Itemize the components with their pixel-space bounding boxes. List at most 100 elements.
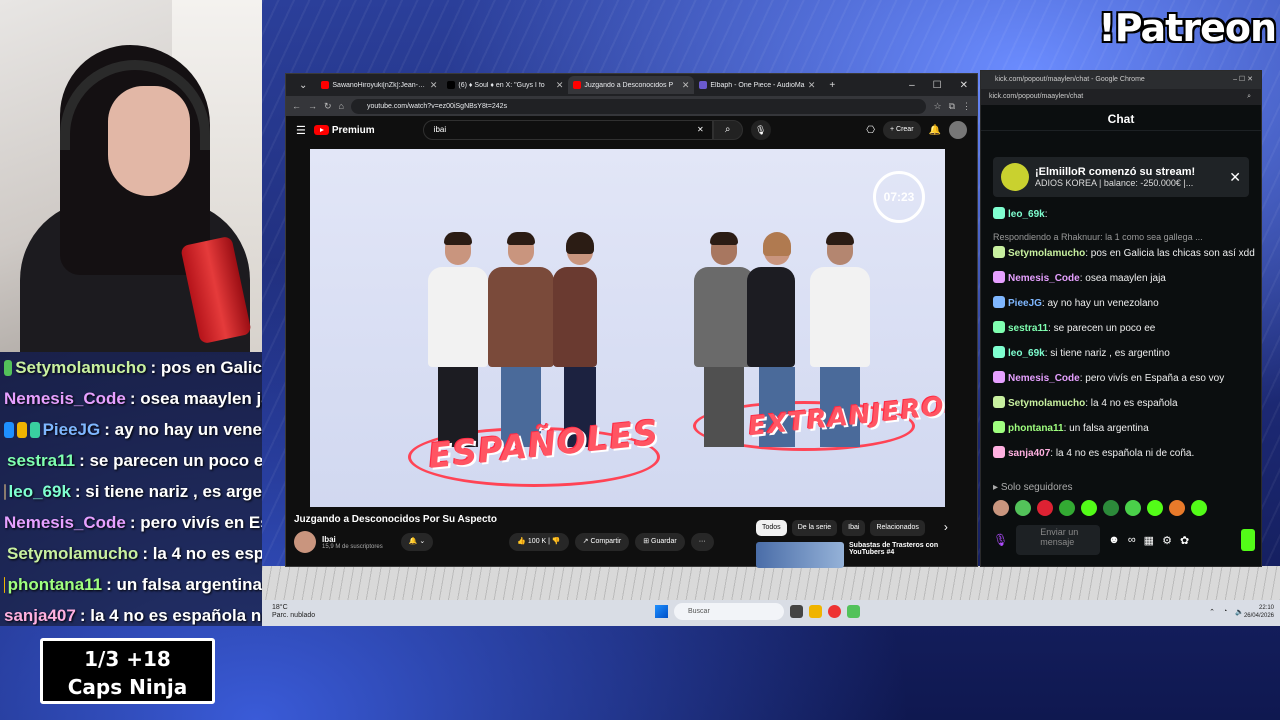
recommended-video[interactable]: Subastas de Trasteros con YouTubers #4 bbox=[756, 542, 938, 568]
back-icon[interactable]: ← bbox=[292, 101, 301, 111]
clock[interactable]: 22:10 26/04/2026 bbox=[1244, 604, 1274, 620]
maximize-icon[interactable]: ☐ bbox=[924, 80, 951, 91]
tab-search-icon[interactable]: ⌄ bbox=[290, 80, 316, 91]
rewards-icon[interactable]: ✿ bbox=[1180, 534, 1189, 547]
send-button[interactable] bbox=[1241, 529, 1255, 551]
like-button[interactable]: 👍 100 K | 👎 bbox=[509, 533, 569, 551]
close-tab-icon[interactable]: ✕ bbox=[682, 80, 690, 91]
browser-tab[interactable]: SawanoHiroyuki[nZk]:Jean-Ken ✕ bbox=[316, 76, 442, 94]
video-timer: 07:23 bbox=[873, 171, 925, 223]
chat-username[interactable]: leo_69k bbox=[1008, 348, 1045, 359]
chat-username[interactable]: sestra11 bbox=[1008, 323, 1048, 334]
file-explorer-icon[interactable] bbox=[809, 605, 822, 618]
menu-dots-icon[interactable]: ⋮ bbox=[962, 101, 971, 112]
kick-app-icon[interactable] bbox=[847, 605, 860, 618]
emote-icon[interactable] bbox=[1191, 500, 1207, 516]
hamburger-icon[interactable]: ☰ bbox=[296, 124, 306, 137]
taskbar-search[interactable]: Buscar bbox=[674, 603, 784, 620]
stream-notification[interactable]: ¡ElmiilloR comenzó su stream! ADIOS KORE… bbox=[993, 157, 1249, 197]
chips-next-icon[interactable]: › bbox=[944, 520, 948, 536]
bookmark-star-icon[interactable]: ☆ bbox=[933, 101, 941, 112]
emote-icon[interactable] bbox=[1103, 500, 1119, 516]
network-icon[interactable]: ◔ bbox=[1223, 608, 1227, 616]
settings-gear-icon[interactable]: ⚙ bbox=[1162, 534, 1172, 547]
emote-icon[interactable] bbox=[993, 500, 1009, 516]
emoji-icon[interactable]: ☻ bbox=[1108, 534, 1120, 546]
chat-message: Nemesis_Code: pero vivís en España a eso… bbox=[993, 371, 1255, 385]
browser-tab[interactable]: Juzgando a Desconocidos P ✕ bbox=[568, 76, 695, 94]
chat-username[interactable]: Setymolamucho bbox=[1008, 398, 1085, 409]
emote-icon[interactable] bbox=[1059, 500, 1075, 516]
video-player[interactable]: 07:23 ESPAÑOLES EXTRANJEROS bbox=[310, 149, 945, 507]
user-badge-icon bbox=[4, 359, 13, 376]
save-button[interactable]: ⊞ Guardar bbox=[635, 533, 685, 551]
chat-username[interactable]: phontana11 bbox=[1008, 423, 1064, 434]
chat-message-input[interactable]: Enviar un mensaje bbox=[1016, 525, 1101, 555]
chat-username[interactable]: Setymolamucho bbox=[1008, 248, 1085, 259]
close-window-icon[interactable]: ✕ bbox=[951, 80, 977, 91]
filter-chip[interactable]: Todos bbox=[756, 520, 787, 536]
emote-icon[interactable] bbox=[1169, 500, 1185, 516]
filter-chip[interactable]: Relacionados bbox=[870, 520, 925, 536]
emote-icon[interactable] bbox=[1037, 500, 1053, 516]
chat-zoom-icon[interactable]: ⌕ bbox=[1247, 89, 1251, 105]
emote-icon[interactable] bbox=[1015, 500, 1031, 516]
filter-chip[interactable]: De la serie bbox=[791, 520, 838, 536]
chat-username[interactable]: Nemesis_Code bbox=[1008, 273, 1080, 284]
forward-icon[interactable]: → bbox=[308, 101, 317, 111]
chat-window-controls[interactable]: – ☐ ✕ bbox=[1233, 71, 1253, 89]
mic-icon[interactable]: 🎙 bbox=[750, 120, 771, 140]
mic-icon[interactable]: 🎙 bbox=[993, 533, 1008, 547]
clear-search-icon[interactable]: ✕ bbox=[697, 121, 704, 139]
windows-start-icon[interactable] bbox=[655, 605, 668, 618]
person-3 bbox=[553, 232, 597, 447]
chat-username[interactable]: leo_69k bbox=[1008, 209, 1045, 220]
chain-link-icon[interactable]: ∞ bbox=[1128, 534, 1136, 546]
chat-username[interactable]: PieeJG bbox=[1008, 298, 1042, 309]
weather-widget[interactable]: 18°C Parc. nublado bbox=[272, 604, 315, 620]
chat-text: : ay no hay un venezolano bbox=[1041, 298, 1159, 309]
close-notification-icon[interactable]: ✕ bbox=[1229, 169, 1241, 186]
close-tab-icon[interactable]: ✕ bbox=[556, 80, 564, 91]
youtube-logo[interactable]: Premium bbox=[313, 125, 375, 136]
overlay-chat-username: PieeJG bbox=[42, 419, 101, 439]
channel-avatar[interactable] bbox=[294, 531, 316, 553]
emote-icon[interactable] bbox=[1125, 500, 1141, 516]
emote-icon[interactable] bbox=[1147, 500, 1163, 516]
chrome-icon[interactable] bbox=[828, 605, 841, 618]
kick-chat-window: kick.com/popout/maaylen/chat - Google Ch… bbox=[980, 70, 1262, 567]
subscribed-bell-button[interactable]: 🔔 ⌄ bbox=[400, 533, 434, 551]
browser-tab[interactable]: (6) ♦ Soul ♦ en X: "Guys I fo ✕ bbox=[442, 76, 568, 94]
url-field[interactable]: youtube.com/watch?v=ez00iSgNBsY8t=242s bbox=[350, 98, 927, 114]
browser-tab[interactable]: Elbaph - One Piece - AudioMa ✕ bbox=[694, 76, 820, 94]
bell-icon[interactable]: 🔔 bbox=[929, 125, 941, 136]
chat-url[interactable]: kick.com/popout/maaylen/chat bbox=[989, 89, 1083, 105]
overlay-chat-username: Setymolamucho bbox=[7, 543, 139, 563]
task-view-icon[interactable] bbox=[790, 605, 803, 618]
extensions-icon[interactable]: ⧉ bbox=[949, 101, 955, 112]
channel-name[interactable]: Ibai bbox=[322, 535, 383, 544]
search-icon[interactable]: ⌕ bbox=[712, 120, 743, 140]
home-icon[interactable]: ⌂ bbox=[339, 101, 344, 111]
cast-icon[interactable]: ⎔ bbox=[866, 125, 875, 136]
youtube-search-input[interactable]: ibai ✕ bbox=[422, 120, 713, 140]
speaker-icon[interactable]: 🔈 bbox=[1235, 608, 1244, 616]
new-tab-icon[interactable]: + bbox=[820, 80, 844, 91]
account-avatar[interactable] bbox=[949, 121, 967, 139]
filter-chip[interactable]: Ibai bbox=[842, 520, 866, 536]
overlay-chat-text: : se parecen un poco e bbox=[79, 450, 262, 470]
close-tab-icon[interactable]: ✕ bbox=[430, 80, 438, 91]
chat-username[interactable]: Nemesis_Code bbox=[1008, 373, 1080, 384]
tab-favicon-icon bbox=[573, 81, 582, 89]
chat-username[interactable]: sanja407 bbox=[1008, 448, 1050, 459]
emote-icon[interactable] bbox=[1081, 500, 1097, 516]
close-tab-icon[interactable]: ✕ bbox=[808, 80, 816, 91]
more-actions-button[interactable]: ··· bbox=[690, 533, 714, 551]
minimize-icon[interactable]: – bbox=[900, 80, 924, 91]
tray-chevron-icon[interactable]: ⌃ bbox=[1209, 608, 1215, 616]
caps-ninja-label: Caps Ninja bbox=[67, 675, 188, 699]
reload-icon[interactable]: ↻ bbox=[324, 101, 332, 112]
create-button[interactable]: + Crear bbox=[882, 121, 921, 139]
share-button[interactable]: ↗ Compartir bbox=[574, 533, 630, 551]
gift-icon[interactable]: ▦ bbox=[1144, 534, 1154, 547]
